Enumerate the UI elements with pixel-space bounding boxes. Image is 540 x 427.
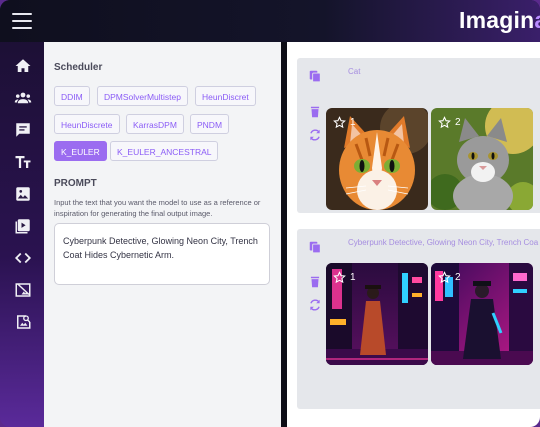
- regenerate-icon[interactable]: [308, 298, 322, 312]
- star-outline-icon[interactable]: [333, 271, 346, 284]
- scheduler-chip-heundiscret[interactable]: HeunDiscret: [195, 86, 256, 106]
- generated-image-thumbnail[interactable]: 1: [326, 263, 428, 365]
- scheduler-chip-dpmsolvermultistep[interactable]: DPMSolverMultistep: [97, 86, 188, 106]
- community-icon[interactable]: [14, 89, 32, 107]
- chat-icon[interactable]: [14, 121, 32, 139]
- image-favorite[interactable]: 2: [438, 271, 461, 284]
- regenerate-icon[interactable]: [308, 128, 322, 142]
- sidebar: [0, 42, 44, 427]
- scheduler-chip-k-euler[interactable]: K_EULER: [54, 141, 107, 161]
- image-favorite[interactable]: 2: [438, 116, 461, 129]
- app-title-accent: a: [534, 7, 540, 33]
- star-outline-icon[interactable]: [333, 116, 346, 129]
- image-edit-icon[interactable]: [14, 281, 32, 299]
- image-index: 2: [455, 272, 461, 283]
- prompt-help-text: Input the text that you want the model t…: [54, 198, 261, 218]
- app-title: Imagina: [459, 7, 540, 34]
- gallery-panel: Cat 1 2 Cyberpunk Detective, Glowing Neo…: [287, 42, 540, 427]
- generated-image-thumbnail[interactable]: 2: [431, 108, 533, 210]
- scheduler-label: Scheduler: [54, 62, 103, 73]
- scheduler-chip-k-euler-ancestral[interactable]: K_EULER_ANCESTRAL: [110, 141, 219, 161]
- prompt-label: PROMPT: [54, 178, 97, 189]
- image-index: 1: [350, 117, 356, 128]
- top-bar: Imagina: [0, 0, 540, 42]
- image-index: 1: [350, 272, 356, 283]
- code-icon[interactable]: [14, 249, 32, 267]
- generated-image-thumbnail[interactable]: 2: [431, 263, 533, 365]
- video-icon[interactable]: [14, 217, 32, 235]
- app-window: Imagina Scheduler DDIM: [0, 0, 540, 427]
- image-favorite[interactable]: 1: [333, 116, 356, 129]
- photo-search-icon[interactable]: [14, 313, 32, 331]
- copy-icon[interactable]: [308, 69, 322, 83]
- star-outline-icon[interactable]: [438, 116, 451, 129]
- home-icon[interactable]: [14, 57, 32, 75]
- image-icon[interactable]: [14, 185, 32, 203]
- prompt-input[interactable]: Cyberpunk Detective, Glowing Neon City, …: [54, 223, 270, 285]
- app-title-main: Imagin: [459, 7, 535, 33]
- settings-panel: Scheduler DDIM DPMSolverMultistep HeunDi…: [44, 42, 281, 427]
- scheduler-chip-karrasdpm[interactable]: KarrasDPM: [126, 114, 184, 134]
- image-index: 2: [455, 117, 461, 128]
- scheduler-chip-ddim[interactable]: DDIM: [54, 86, 90, 106]
- scheduler-chip-pndm[interactable]: PNDM: [190, 114, 230, 134]
- result-card: Cat 1 2: [297, 58, 540, 213]
- copy-icon[interactable]: [308, 240, 322, 254]
- card-prompt-text: Cat: [348, 67, 361, 76]
- delete-icon[interactable]: [308, 105, 322, 119]
- result-card: Cyberpunk Detective, Glowing Neon City, …: [297, 229, 540, 409]
- scheduler-chip-heundiscrete[interactable]: HeunDiscrete: [54, 114, 120, 134]
- text-icon[interactable]: [14, 153, 32, 171]
- generated-image-thumbnail[interactable]: 1: [326, 108, 428, 210]
- image-favorite[interactable]: 1: [333, 271, 356, 284]
- star-outline-icon[interactable]: [438, 271, 451, 284]
- hamburger-menu-icon[interactable]: [12, 13, 32, 29]
- card-prompt-text: Cyberpunk Detective, Glowing Neon City, …: [348, 238, 539, 247]
- delete-icon[interactable]: [308, 275, 322, 289]
